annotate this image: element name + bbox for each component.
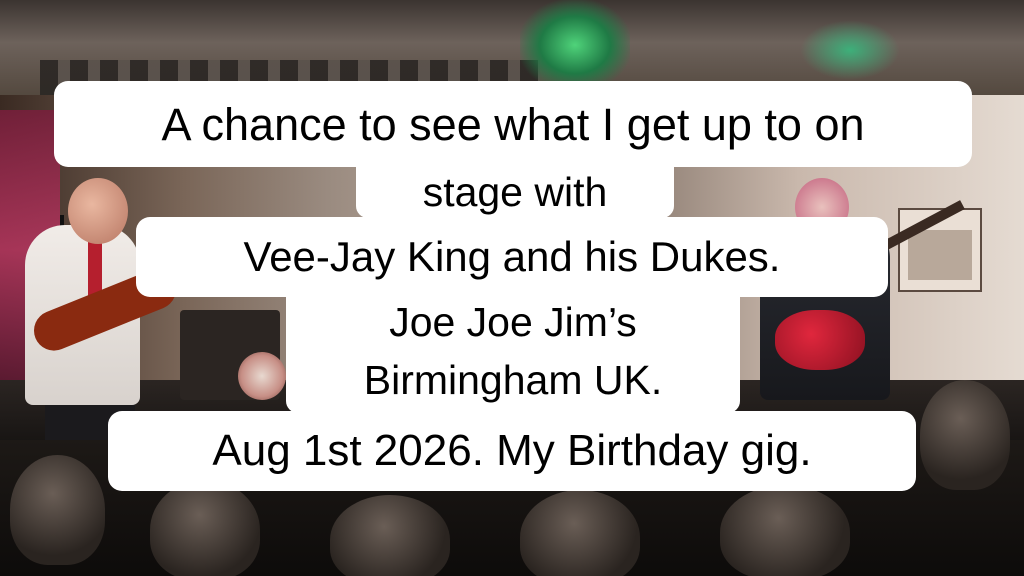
drum (238, 352, 286, 400)
green-stage-light (520, 0, 630, 90)
bass-guitar (775, 310, 865, 370)
guitarist-head (68, 178, 128, 244)
green-stage-light (800, 20, 900, 80)
caption-line-4: Joe Joe Jim’s (286, 296, 740, 348)
audience-head (720, 485, 850, 576)
audience-head (520, 490, 640, 576)
caption-line-3: Vee-Jay King and his Dukes. (136, 217, 888, 297)
audience-head (330, 495, 450, 576)
audience-head (920, 380, 1010, 490)
caption-line-6: Aug 1st 2026. My Birthday gig. (108, 411, 916, 491)
audience-head (10, 455, 105, 565)
audience-head (150, 480, 260, 576)
caption-line-2: stage with (356, 166, 674, 218)
caption-line-1: A chance to see what I get up to on (54, 81, 972, 167)
caption-line-5: Birmingham UK. (286, 347, 740, 413)
